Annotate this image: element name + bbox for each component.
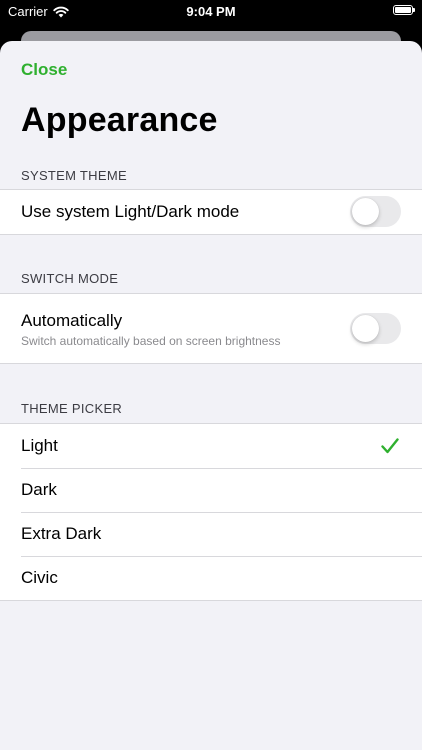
status-right bbox=[393, 5, 415, 15]
automatically-row[interactable]: Automatically Switch automatically based… bbox=[0, 294, 422, 363]
status-bar: Carrier 9:04 PM bbox=[0, 0, 422, 24]
theme-option-label: Civic bbox=[21, 568, 58, 587]
toggle-knob bbox=[352, 315, 379, 342]
system-mode-row[interactable]: Use system Light/Dark mode bbox=[0, 190, 422, 234]
theme-option-dark[interactable]: Dark bbox=[0, 468, 422, 512]
system-theme-group: Use system Light/Dark mode bbox=[0, 189, 422, 235]
status-time: 9:04 PM bbox=[186, 4, 236, 19]
automatically-label: Automatically bbox=[21, 311, 123, 330]
system-mode-toggle[interactable] bbox=[350, 196, 401, 227]
screen: Carrier 9:04 PM Close Appearance SYSTEM … bbox=[0, 0, 422, 750]
section-header-system-theme: SYSTEM THEME bbox=[21, 168, 127, 183]
toggle-knob bbox=[352, 198, 379, 225]
theme-option-label: Dark bbox=[21, 480, 57, 499]
system-mode-label: Use system Light/Dark mode bbox=[21, 202, 240, 221]
battery-fill bbox=[395, 7, 411, 13]
switch-mode-group: Automatically Switch automatically based… bbox=[0, 293, 422, 364]
close-button[interactable]: Close bbox=[21, 60, 67, 80]
checkmark-icon bbox=[381, 438, 399, 454]
theme-picker-group: Light Dark Extra Dark Civic bbox=[0, 423, 422, 601]
automatically-toggle[interactable] bbox=[350, 313, 401, 344]
battery-icon bbox=[393, 5, 415, 15]
page-title: Appearance bbox=[21, 101, 218, 139]
theme-option-light[interactable]: Light bbox=[0, 424, 422, 468]
theme-option-civic[interactable]: Civic bbox=[0, 556, 422, 600]
section-header-theme-picker: THEME PICKER bbox=[21, 401, 123, 416]
automatically-subtitle: Switch automatically based on screen bri… bbox=[21, 334, 281, 348]
theme-option-extra-dark[interactable]: Extra Dark bbox=[0, 512, 422, 556]
appearance-sheet: Close Appearance SYSTEM THEME Use system… bbox=[0, 41, 422, 750]
theme-option-label: Light bbox=[21, 436, 58, 455]
section-header-switch-mode: SWITCH MODE bbox=[21, 271, 119, 286]
theme-option-label: Extra Dark bbox=[21, 524, 102, 543]
